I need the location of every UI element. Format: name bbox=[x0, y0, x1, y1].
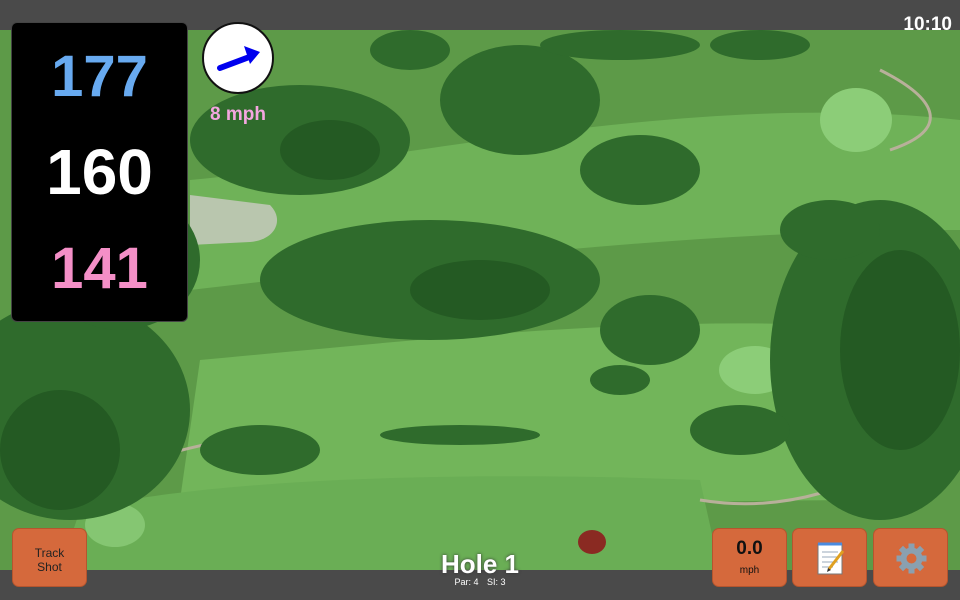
par-label: Par: 4 bbox=[454, 577, 479, 587]
clock: 10:10 bbox=[903, 14, 952, 35]
hole-info: Par: 4 SI: 3 bbox=[380, 577, 580, 587]
middle-yardage: 160 bbox=[46, 136, 153, 208]
front-yardage: 141 bbox=[51, 236, 148, 301]
wind-speed-label: 8 mph bbox=[210, 104, 266, 125]
speed-unit: mph bbox=[739, 565, 760, 576]
arrow-icon bbox=[217, 46, 260, 71]
settings-button[interactable] bbox=[873, 528, 948, 587]
gear-icon bbox=[896, 543, 927, 574]
stroke-index-label: SI: 3 bbox=[487, 577, 506, 587]
track-shot-button[interactable]: Track Shot bbox=[12, 528, 87, 587]
speed-value: 0.0 bbox=[736, 538, 763, 559]
notepad-icon bbox=[817, 542, 845, 575]
speed-button[interactable]: 0.0 mph bbox=[712, 528, 787, 587]
yardage-panel: 177 160 141 bbox=[11, 22, 188, 322]
hole-title: Hole 1 bbox=[440, 549, 520, 579]
notes-button[interactable] bbox=[792, 528, 867, 587]
track-shot-label-line1: Track bbox=[34, 546, 65, 560]
back-yardage: 177 bbox=[51, 44, 148, 109]
track-shot-label-line2: Shot bbox=[37, 560, 62, 574]
wind-indicator bbox=[202, 22, 274, 94]
